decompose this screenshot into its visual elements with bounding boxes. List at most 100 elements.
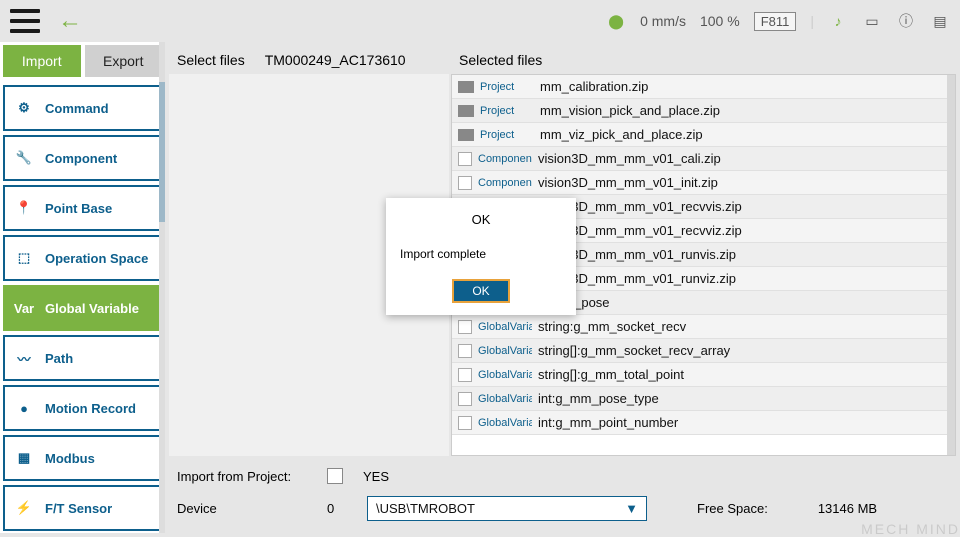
pane-header-right: Selected files (451, 46, 956, 74)
sidebar-item-label: Modbus (45, 451, 152, 466)
back-arrow-icon[interactable]: ← (58, 7, 82, 35)
file-checkbox (458, 152, 472, 166)
sidebar-icon: ● (13, 397, 35, 419)
device-index: 0 (327, 501, 347, 516)
file-type: GlobalVariable (478, 393, 532, 405)
file-type: Project (480, 81, 534, 93)
sidebar-item-label: Motion Record (45, 401, 152, 416)
file-checkbox (458, 320, 472, 334)
menu-icon[interactable] (10, 9, 40, 33)
sidebar-item-component[interactable]: 🔧 Component (3, 135, 162, 181)
free-space-label: Free Space: (697, 501, 768, 516)
sidebar-item-global-variable[interactable]: Var Global Variable (3, 285, 162, 331)
dialog-title: OK (400, 212, 562, 227)
sidebar-item-motion-record[interactable]: ● Motion Record (3, 385, 162, 431)
sidebar-icon: ⬚ (13, 247, 35, 269)
pane-header-left: Select files TM000249_AC173610 (169, 46, 449, 74)
sidebar-item-operation-space[interactable]: ⬚ Operation Space (3, 235, 162, 281)
file-name: vision3D_mm_mm_v01_cali.zip (538, 151, 721, 166)
sidebar-icon: Var (13, 297, 35, 319)
sidebar-icon: ⚙ (13, 97, 35, 119)
file-checkbox (458, 416, 472, 430)
tab-export[interactable]: Export (85, 45, 163, 77)
yes-checkbox[interactable] (327, 468, 343, 484)
file-name: int:g_mm_pose_type (538, 391, 659, 406)
watermark: MECH MIND (861, 521, 960, 537)
file-type: Project (480, 105, 534, 117)
percent-value: 100 % (700, 13, 740, 29)
file-row[interactable]: GlobalVariable string[]:g_mm_total_point (452, 363, 955, 387)
file-row[interactable]: Project mm_viz_pick_and_place.zip (452, 123, 955, 147)
sidebar-item-f-t-sensor[interactable]: ⚡ F/T Sensor (3, 485, 162, 531)
sidebar-item-label: Global Variable (45, 301, 152, 316)
topbar: ← ⬤ 0 mm/s 100 % F811 | ♪ ▭ ⓘ ▤ (0, 0, 960, 42)
file-type: GlobalVariable (478, 321, 532, 333)
tabs: Import Export (3, 45, 162, 77)
file-row[interactable]: GlobalVariable string:g_mm_socket_recv (452, 315, 955, 339)
robot-mode-icon[interactable]: ⬤ (606, 11, 626, 31)
connection-icon[interactable]: ♪ (828, 11, 848, 31)
file-row[interactable]: Component vision3D_mm_mm_v01_init.zip (452, 171, 955, 195)
file-checkbox (458, 368, 472, 382)
sidebar-item-command[interactable]: ⚙ Command (3, 85, 162, 131)
folder-icon (458, 129, 474, 141)
file-type: GlobalVariable (478, 345, 532, 357)
sidebar-item-label: Command (45, 101, 152, 116)
file-name: string:g_mm_socket_recv (538, 319, 686, 334)
ok-button[interactable]: OK (452, 279, 509, 303)
free-space-value: 13146 MB (818, 501, 877, 516)
file-row[interactable]: Project mm_vision_pick_and_place.zip (452, 99, 955, 123)
file-name: mm_calibration.zip (540, 79, 648, 94)
sidebar-icon: ⚡ (13, 497, 35, 519)
list-icon[interactable]: ▤ (930, 11, 950, 31)
file-name: string[]:g_mm_total_point (538, 367, 684, 382)
bottom-panel: Import from Project: YES Device 0 \USB\T… (165, 456, 960, 533)
sidebar-item-label: Operation Space (45, 251, 152, 266)
device-select[interactable]: \USB\TMROBOT ▼ (367, 496, 647, 521)
import-from-label: Import from Project: (177, 469, 307, 484)
sidebar-icon: 📍 (13, 197, 35, 219)
folder-icon (458, 105, 474, 117)
file-type: GlobalVariable (478, 417, 532, 429)
file-type: GlobalVariable (478, 369, 532, 381)
file-name: vision3D_mm_mm_v01_init.zip (538, 175, 718, 190)
tab-import[interactable]: Import (3, 45, 81, 77)
file-row[interactable]: Project mm_calibration.zip (452, 75, 955, 99)
file-name: mm_viz_pick_and_place.zip (540, 127, 703, 142)
pane-subtitle: TM000249_AC173610 (265, 52, 406, 68)
file-row[interactable]: GlobalVariable int:g_mm_point_number (452, 411, 955, 435)
chevron-down-icon: ▼ (625, 501, 638, 516)
device-label: Device (177, 501, 307, 516)
topbar-right: ⬤ 0 mm/s 100 % F811 | ♪ ▭ ⓘ ▤ (606, 11, 950, 31)
file-checkbox (458, 392, 472, 406)
sidebar-item-path[interactable]: 〰 Path (3, 335, 162, 381)
yes-label: YES (363, 469, 389, 484)
import-complete-dialog: OK Import complete OK (386, 198, 576, 315)
file-type: Component (478, 153, 532, 165)
pane-title: Selected files (459, 52, 542, 68)
terminal-icon[interactable]: ▭ (862, 11, 882, 31)
dialog-message: Import complete (400, 247, 562, 261)
sidebar-item-modbus[interactable]: ▦ Modbus (3, 435, 162, 481)
sidebar-item-label: F/T Sensor (45, 501, 152, 516)
file-name: mm_vision_pick_and_place.zip (540, 103, 720, 118)
file-checkbox (458, 344, 472, 358)
file-checkbox (458, 176, 472, 190)
file-name: int:g_mm_point_number (538, 415, 678, 430)
sidebar-item-label: Point Base (45, 201, 152, 216)
sidebar-icon: ▦ (13, 447, 35, 469)
sidebar-item-point-base[interactable]: 📍 Point Base (3, 185, 162, 231)
file-list-scrollbar[interactable] (947, 75, 955, 455)
sidebar-item-label: Path (45, 351, 152, 366)
file-row[interactable]: GlobalVariablestring[]:g_mm_socket_recv_… (452, 339, 955, 363)
device-value: \USB\TMROBOT (376, 501, 475, 516)
sidebar-icon: 〰 (13, 347, 35, 369)
file-type: Component (478, 177, 532, 189)
sidebar-icon: 🔧 (13, 147, 35, 169)
folder-icon (458, 81, 474, 93)
info-icon[interactable]: ⓘ (896, 11, 916, 31)
sidebar-item-label: Component (45, 151, 152, 166)
file-row[interactable]: GlobalVariable int:g_mm_pose_type (452, 387, 955, 411)
file-type: Project (480, 129, 534, 141)
file-row[interactable]: Component vision3D_mm_mm_v01_cali.zip (452, 147, 955, 171)
